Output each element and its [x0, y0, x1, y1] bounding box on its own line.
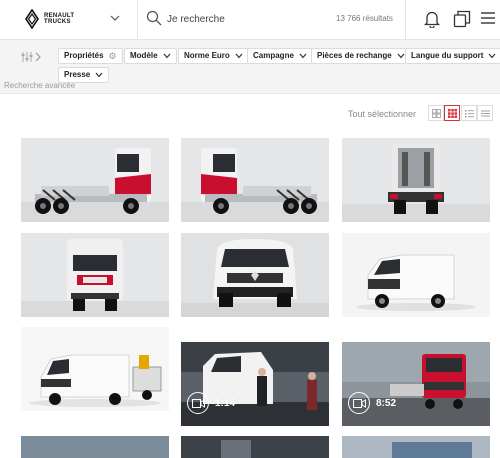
compact-list-icon: [481, 110, 490, 117]
asset-tile[interactable]: [342, 436, 490, 458]
filter-label: Pièces de rechange: [317, 51, 392, 60]
large-grid-icon: [432, 109, 441, 118]
filter-label: Norme Euro: [184, 51, 230, 60]
chevron-down-icon: [488, 53, 496, 59]
filter-proprietes[interactable]: Propriétés ⚙: [58, 48, 123, 64]
brand-selector[interactable]: RENAULT TRUCKS: [0, 0, 138, 40]
gear-icon: ⚙: [108, 51, 117, 61]
select-all-link[interactable]: Tout sélectionner: [348, 109, 416, 119]
asset-tile[interactable]: [181, 436, 329, 458]
asset-tile[interactable]: [21, 436, 169, 458]
collection-icon[interactable]: [453, 10, 471, 28]
chevron-down-icon: [95, 72, 103, 78]
top-header: RENAULT TRUCKS 13 766 résultats: [0, 0, 500, 40]
brand-wordmark: RENAULT TRUCKS: [44, 13, 75, 25]
asset-tile[interactable]: [21, 233, 169, 317]
filter-label: Modèle: [130, 51, 158, 60]
menu-icon[interactable]: [481, 11, 495, 25]
chevron-down-icon: [235, 53, 243, 59]
truck-image: [181, 138, 329, 222]
filter-modele[interactable]: Modèle: [124, 48, 177, 64]
video-duration: 1:14: [215, 397, 236, 409]
asset-tile-video[interactable]: 8:52: [342, 342, 490, 426]
search-icon: [146, 10, 162, 26]
chevron-down-icon: [163, 53, 171, 59]
view-compact-list-button[interactable]: [477, 105, 493, 121]
filter-sliders-icon[interactable]: [20, 51, 42, 63]
video-icon: [348, 392, 370, 414]
asset-tile[interactable]: [181, 138, 329, 222]
asset-tile[interactable]: [181, 233, 329, 317]
search-input[interactable]: [167, 11, 317, 27]
list-icon: [465, 110, 474, 118]
chevron-down-icon: [397, 53, 405, 59]
asset-tile[interactable]: [21, 327, 169, 411]
chevron-down-icon: [110, 15, 120, 21]
video-duration: 8:52: [376, 397, 397, 409]
view-large-grid-button[interactable]: [428, 105, 444, 121]
asset-tile[interactable]: [342, 138, 490, 222]
van-with-trailer-image: [21, 327, 169, 411]
filter-campagne[interactable]: Campagne: [247, 48, 313, 64]
asset-tile[interactable]: [21, 138, 169, 222]
bell-icon[interactable]: [424, 10, 440, 28]
filter-label: Campagne: [253, 51, 294, 60]
van-image: [181, 233, 329, 317]
video-icon: [187, 392, 209, 414]
truck-image: [21, 233, 169, 317]
truck-image: [21, 138, 169, 222]
grid-icon: [448, 109, 457, 118]
filter-label: Propriétés: [64, 51, 104, 60]
asset-tile[interactable]: [342, 233, 490, 317]
advanced-search-link[interactable]: Recherche avancée: [4, 81, 75, 90]
filter-norme-euro[interactable]: Norme Euro: [178, 48, 249, 64]
asset-tile-video[interactable]: 1:14: [181, 342, 329, 426]
view-grid-button[interactable]: [444, 105, 460, 121]
view-list-button[interactable]: [461, 105, 477, 121]
van-image: [342, 233, 490, 317]
asset-image: [342, 436, 490, 458]
chevron-down-icon: [299, 53, 307, 59]
header-divider: [405, 0, 406, 40]
asset-image: [21, 436, 169, 458]
filter-pieces-de-rechange[interactable]: Pièces de rechange: [311, 48, 411, 64]
results-count: 13 766 résultats: [336, 14, 393, 23]
filter-label: Langue du support: [411, 51, 484, 60]
truck-image: [342, 138, 490, 222]
filter-label: Presse: [64, 70, 91, 79]
video-duration-badge: 1:14: [187, 392, 235, 414]
video-duration-badge: 8:52: [348, 392, 396, 414]
filter-langue-du-support[interactable]: Langue du support: [405, 48, 500, 64]
asset-image: [181, 436, 329, 458]
renault-logo-icon: [25, 9, 39, 29]
